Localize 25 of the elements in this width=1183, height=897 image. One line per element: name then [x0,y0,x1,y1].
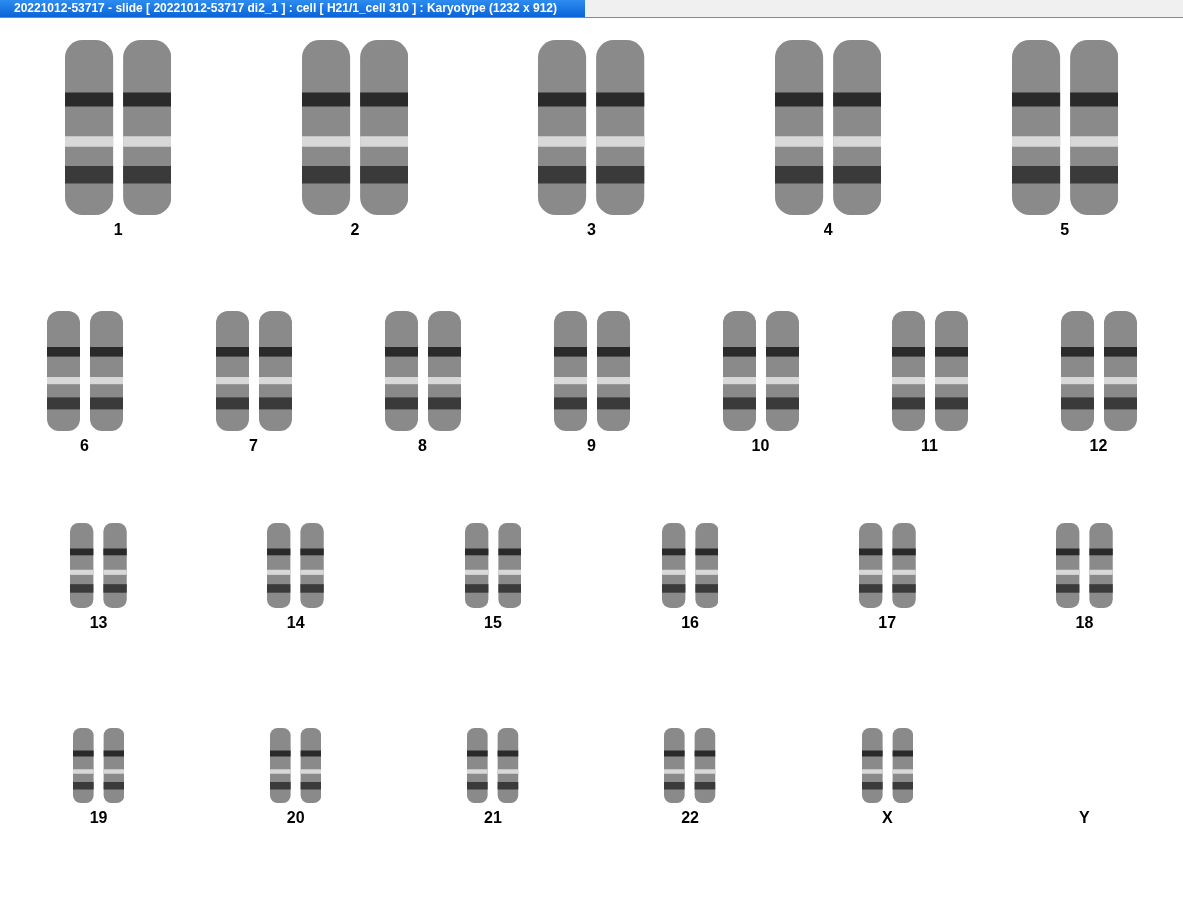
chromosome-label: 17 [878,614,897,632]
chromosome-label: 20 [286,809,305,827]
chromosome-label: 2 [350,221,360,239]
chromosome-label: 9 [587,437,596,455]
chromosome-label: 21 [484,809,502,827]
chromosome-label: 3 [587,221,596,239]
chromosome-label: 16 [681,614,699,632]
chromosome-label: 5 [1060,221,1070,239]
chromosome-label: 10 [751,437,770,455]
chromosome-label: 18 [1075,614,1094,632]
chromosome-label: 4 [823,221,833,239]
chromosome-label: X [881,809,893,827]
chromosome-label: 13 [89,614,108,632]
chromosome-label: 7 [249,437,258,455]
chromosome-label: Y [1079,809,1090,827]
chromosome-label: 15 [484,614,502,632]
chromosome-label: 6 [80,437,89,455]
window-title: 20221012-53717 - slide [ 20221012-53717 di2_1 ] : cell [ H21/1_cell 310 ] : Karyotype (1232 x 912) [0,0,585,17]
chromosome-label: 19 [89,809,108,827]
chromosome-label: 12 [1089,437,1108,455]
chromosome-label: 11 [921,437,938,455]
chromosome-label: 8 [418,437,427,455]
chromosome-label: 22 [681,809,699,827]
chromosome-label: 14 [286,614,305,632]
chromosome-label: 1 [113,221,123,239]
